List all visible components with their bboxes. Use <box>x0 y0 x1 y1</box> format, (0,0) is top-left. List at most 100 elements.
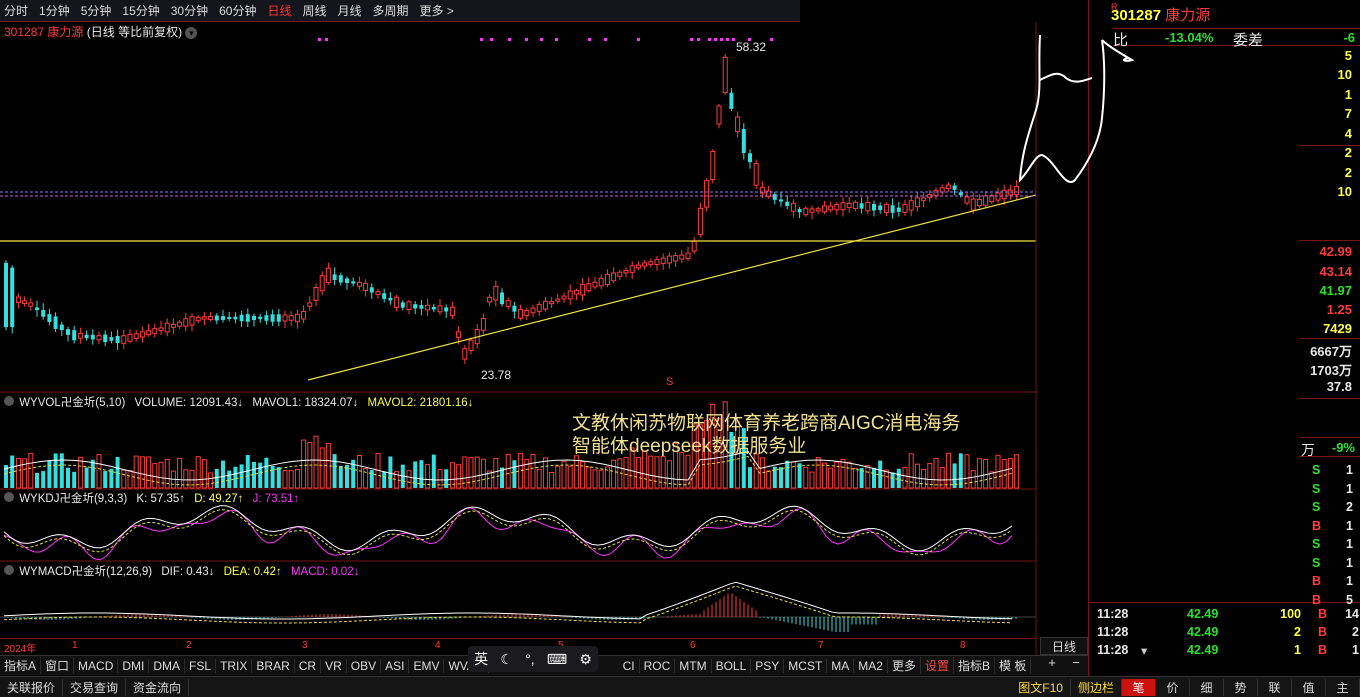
indicator-tab[interactable]: 模 板 <box>995 657 1032 674</box>
trade-flag-count: 1 <box>1346 518 1353 533</box>
volume-bar <box>282 470 288 489</box>
candle-body <box>964 196 970 204</box>
date-tick: 8 <box>960 640 966 651</box>
indicator-tab[interactable]: 设置 <box>921 657 954 674</box>
indicator-tab[interactable]: DMI <box>118 658 150 673</box>
chevron-down-icon[interactable] <box>4 492 14 502</box>
pct-row: 万 -9% <box>1299 437 1360 458</box>
indicator-tab[interactable]: PSY <box>751 658 785 673</box>
candle-body <box>952 185 957 190</box>
volume-bar <box>121 469 127 489</box>
trade-flag: B <box>1317 607 1327 621</box>
indicator-tab[interactable]: FSL <box>185 658 217 673</box>
volume-bar <box>512 460 517 488</box>
quote-price-4: 1.25 <box>1326 302 1352 317</box>
candle-body <box>400 302 405 308</box>
trade-flag: B <box>1317 643 1327 657</box>
status-tab[interactable]: 资金流向 <box>126 678 190 696</box>
quote-vol-3: 37.8 <box>1326 379 1352 394</box>
candle-body <box>338 275 343 283</box>
candle-body <box>679 254 685 260</box>
zoom-out-button[interactable]: − <box>1064 655 1088 675</box>
indicator-tab[interactable]: ASI <box>381 658 410 673</box>
candle-body <box>704 180 710 208</box>
ime-toolbar[interactable]: 英 ☾ °, ⌨ ⚙ <box>468 646 598 672</box>
volume-bar <box>840 458 846 489</box>
indicator-tab[interactable]: MTM <box>675 658 712 673</box>
chevron-down-icon[interactable]: ▾ <box>1141 643 1147 658</box>
zoom-in-button[interactable]: + <box>1040 655 1064 675</box>
moon-icon[interactable]: ☾ <box>500 651 513 668</box>
chevron-down-icon[interactable] <box>4 565 14 575</box>
indicator-tab[interactable]: OBV <box>347 658 382 673</box>
status-tab[interactable]: 关联报价 <box>0 678 64 696</box>
sidebar-toggle[interactable]: 侧边栏 <box>1071 678 1122 696</box>
punctuation-icon[interactable]: °, <box>525 651 535 667</box>
chevron-down-icon[interactable] <box>4 396 14 406</box>
volume-bar <box>555 465 561 489</box>
indicator-tab[interactable]: BOLL <box>712 658 752 673</box>
indicator-tab[interactable]: EMV <box>409 658 445 673</box>
date-tick: 2024年 <box>4 644 37 655</box>
candle-body <box>84 334 89 339</box>
indicator-tab[interactable]: DMA <box>149 658 186 673</box>
f10-button[interactable]: 图文F10 <box>1011 678 1071 696</box>
volume-bar <box>766 470 772 489</box>
candle-body <box>654 259 660 265</box>
indicator-tab[interactable]: MCST <box>784 658 828 673</box>
indicator-tab[interactable]: CI <box>619 658 640 673</box>
kdj-indicator-label[interactable]: WYKDJ卍金圻(9,3,3) K: 57.35↑ D: 49.27↑ J: 7… <box>4 490 305 506</box>
trade-flag: B <box>1312 592 1322 607</box>
indicator-tab[interactable]: BRAR <box>252 658 295 673</box>
indicator-tab[interactable]: MA2 <box>854 658 888 673</box>
signal-dot <box>726 38 729 41</box>
quote-code: 301287 <box>1111 7 1162 24</box>
quote-tab[interactable]: 主 <box>1326 678 1360 696</box>
candle-body <box>127 333 133 342</box>
volume-bar <box>480 458 486 489</box>
candle-body <box>896 207 901 212</box>
candle-body <box>444 307 449 312</box>
date-tick: 2 <box>186 640 192 651</box>
macd-macd-value: MACD: 0.02↓ <box>290 566 360 578</box>
gear-icon[interactable]: ⚙ <box>579 651 592 668</box>
quote-tab[interactable]: 联 <box>1258 678 1292 696</box>
candle-body <box>790 202 796 212</box>
candle-body <box>598 277 604 287</box>
macd-indicator-label[interactable]: WYMACD卍金圻(12,26,9) DIF: 0.43↓ DEA: 0.42↑… <box>4 563 365 579</box>
indicator-tab[interactable]: 窗口 <box>41 657 75 674</box>
indicator-tab[interactable]: MACD <box>74 658 119 673</box>
indicator-tab[interactable]: 指标A <box>0 657 42 674</box>
indicator-tab[interactable]: VR <box>321 658 347 673</box>
quote-tab[interactable]: 细 <box>1190 678 1224 696</box>
quote-tab[interactable]: 值 <box>1292 678 1326 696</box>
quote-tab[interactable]: 势 <box>1224 678 1258 696</box>
volume-bar <box>301 439 307 489</box>
status-tab[interactable]: 交易查询 <box>63 678 127 696</box>
candle-body <box>449 306 455 317</box>
ime-lang-toggle[interactable]: 英 <box>474 649 488 669</box>
volume-bar <box>270 465 275 488</box>
wan-label: 万 <box>1301 442 1315 458</box>
kline-chart[interactable] <box>0 0 1088 655</box>
period-switch-button[interactable]: 日线 <box>1040 637 1088 655</box>
quote-name: 康力源 <box>1165 7 1211 24</box>
volume-indicator-label[interactable]: WYVOL卍金圻(5,10) VOLUME: 12091.43↓ MAVOL1:… <box>4 394 479 410</box>
keyboard-icon[interactable]: ⌨ <box>547 651 567 668</box>
candle-body <box>96 335 102 341</box>
candle-body <box>152 328 158 334</box>
candle-body <box>573 290 579 295</box>
trade-flag-count: 1 <box>1346 481 1353 496</box>
candle-body <box>47 314 52 322</box>
order-volume: 5 <box>1344 48 1352 63</box>
indicator-tab[interactable]: TRIX <box>216 658 253 673</box>
indicator-tab[interactable]: ROC <box>640 658 676 673</box>
candle-body <box>468 339 474 351</box>
indicator-tab[interactable]: 指标B <box>954 657 996 674</box>
indicator-tab[interactable]: MA <box>827 658 855 673</box>
quote-tab[interactable]: 笔 <box>1122 678 1156 696</box>
quote-tab[interactable]: 价 <box>1156 678 1190 696</box>
candle-body <box>611 272 617 282</box>
indicator-tab[interactable]: CR <box>295 658 322 673</box>
indicator-tab[interactable]: 更多 <box>888 657 921 674</box>
